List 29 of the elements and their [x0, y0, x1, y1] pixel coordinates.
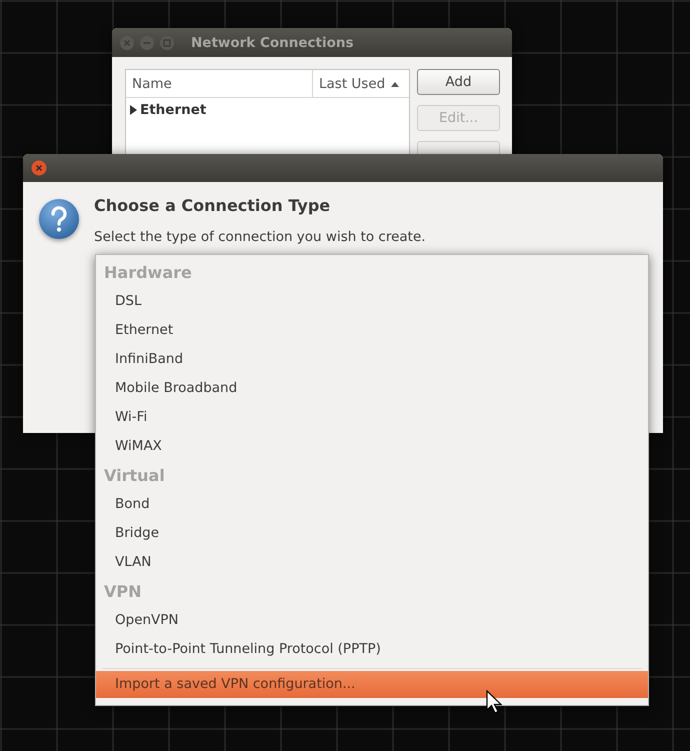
menu-item[interactable]: OpenVPN [96, 606, 648, 635]
menu-section-header: Virtual [103, 465, 166, 487]
question-icon [38, 198, 80, 240]
menu-item[interactable]: Ethernet [96, 316, 648, 345]
column-header[interactable]: Last Used [313, 70, 409, 97]
menu-item[interactable]: DSL [96, 287, 648, 316]
menu-item[interactable]: VLAN [96, 548, 648, 577]
list-row[interactable]: Ethernet [140, 102, 206, 118]
menu-section-header: VPN [103, 581, 142, 603]
menu-section-header: Hardware [103, 262, 193, 284]
menu-item[interactable]: Point-to-Point Tunneling Protocol (PPTP) [96, 635, 648, 664]
button[interactable]: Add [417, 69, 500, 95]
dialog-heading: Choose a Connection Type [94, 196, 332, 215]
close-icon[interactable] [31, 160, 47, 176]
menu-item[interactable]: InfiniBand [96, 345, 648, 374]
close-icon[interactable] [119, 34, 135, 50]
menu-item[interactable]: WiMAX [96, 432, 648, 461]
menu-item[interactable]: Import a saved VPN configuration... [96, 671, 648, 698]
mouse-pointer-icon [485, 690, 503, 716]
dialog-message: Select the type of connection you wish to create. [94, 229, 426, 245]
menu-item[interactable]: Wi-Fi [96, 403, 648, 432]
menu-item[interactable]: Bridge [96, 519, 648, 548]
menu-item[interactable]: Bond [96, 490, 648, 519]
window-title: Network Connections [191, 34, 354, 50]
minimize-icon[interactable] [139, 34, 155, 50]
maximize-icon[interactable] [159, 34, 175, 50]
sort-arrow-icon [391, 80, 400, 86]
menu-item[interactable]: Mobile Broadband [96, 374, 648, 403]
column-header[interactable]: Name [126, 70, 313, 97]
